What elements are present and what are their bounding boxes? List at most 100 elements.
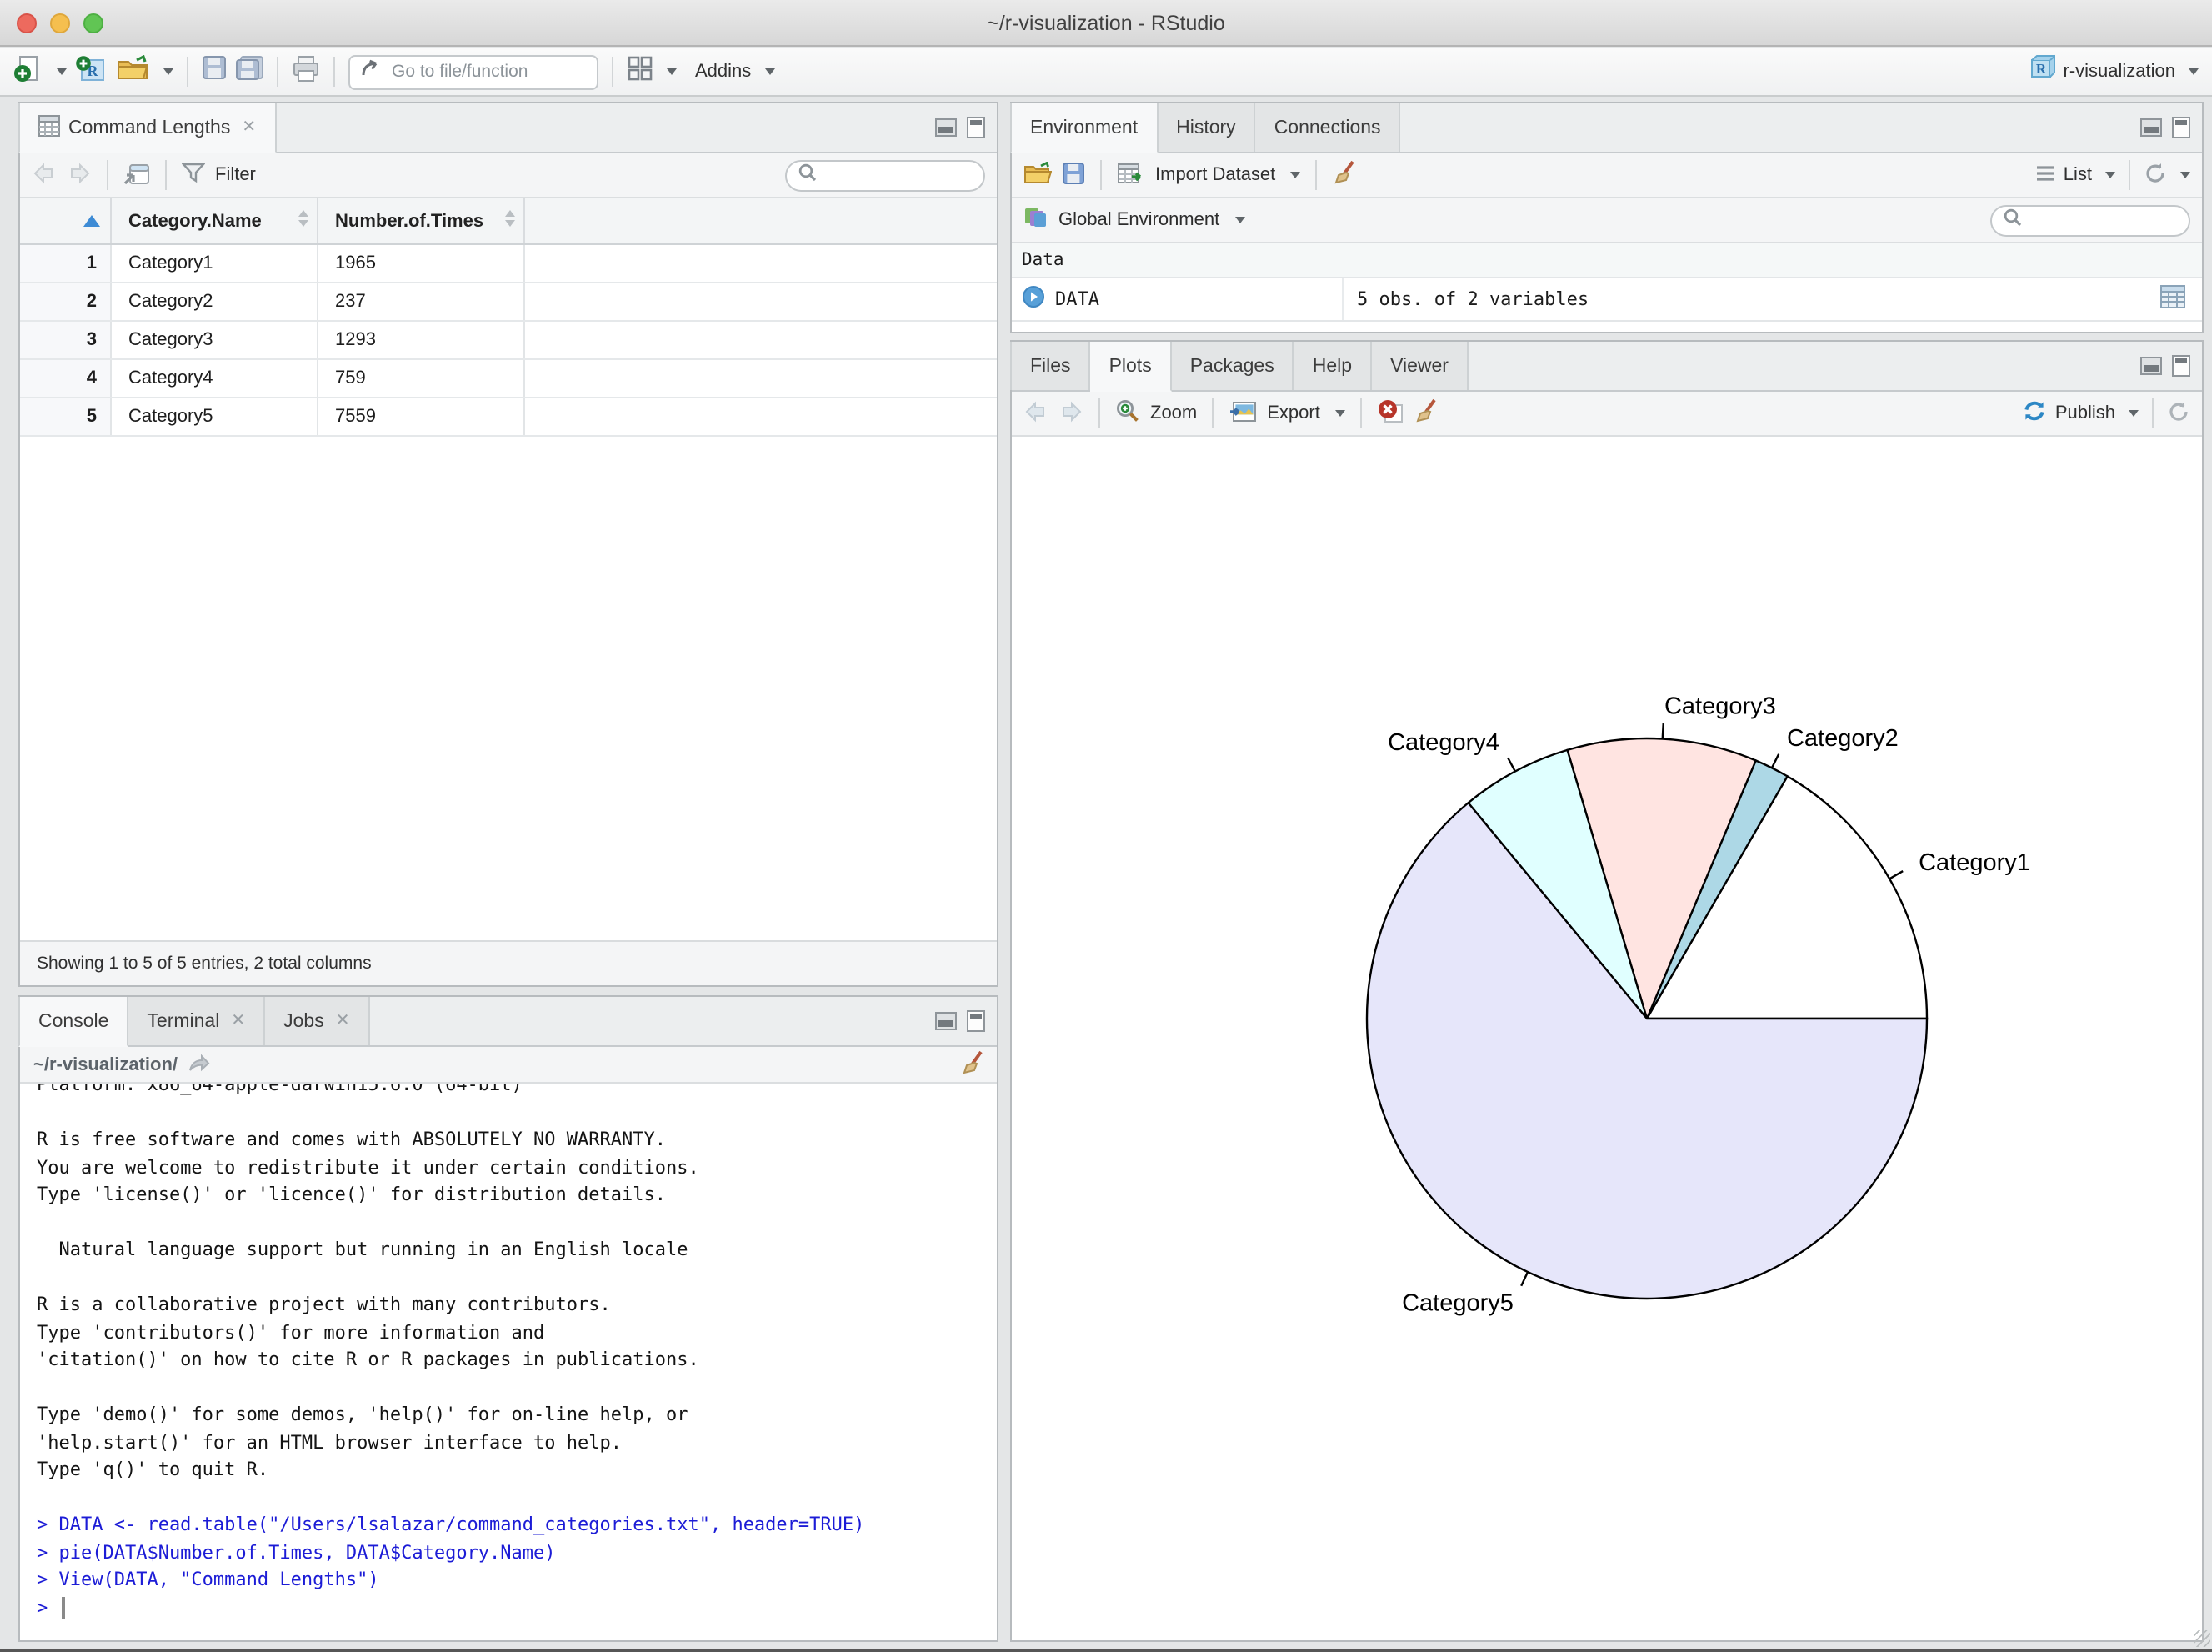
forward-arrow-icon[interactable] bbox=[67, 161, 92, 189]
tab-console[interactable]: Console bbox=[18, 997, 129, 1047]
remove-plot-icon[interactable] bbox=[1377, 398, 1404, 428]
column-header-times[interactable]: Number.of.Times bbox=[318, 198, 525, 243]
label-tick bbox=[1661, 723, 1664, 739]
row-number-cell: 4 bbox=[20, 360, 112, 397]
import-dataset-caret[interactable] bbox=[1290, 172, 1301, 178]
refresh-icon[interactable] bbox=[2144, 161, 2167, 189]
tab-terminal[interactable]: Terminal ✕ bbox=[128, 997, 266, 1045]
tab-environment[interactable]: Environment bbox=[1010, 103, 1159, 153]
open-folder-icon[interactable] bbox=[1023, 160, 1053, 189]
close-tab-icon[interactable]: ✕ bbox=[242, 118, 256, 137]
close-tab-icon[interactable]: ✕ bbox=[231, 1012, 245, 1030]
refresh-icon[interactable] bbox=[2167, 399, 2190, 428]
export-caret[interactable] bbox=[1334, 410, 1345, 417]
list-view-button[interactable]: List bbox=[2064, 165, 2092, 185]
open-file-caret[interactable] bbox=[163, 68, 173, 75]
back-arrow-icon[interactable] bbox=[32, 161, 57, 189]
times-cell: 759 bbox=[318, 360, 525, 397]
viewer-search-box[interactable] bbox=[785, 159, 985, 191]
minimize-pane-icon[interactable] bbox=[2140, 118, 2162, 137]
viewer-search-input[interactable] bbox=[823, 163, 972, 187]
back-arrow-icon[interactable] bbox=[1023, 399, 1048, 428]
label-tick bbox=[1889, 870, 1904, 880]
tab-viewer[interactable]: Viewer bbox=[1372, 342, 1469, 390]
export-plot-button[interactable]: Export bbox=[1267, 403, 1320, 423]
tab-help[interactable]: Help bbox=[1294, 342, 1373, 390]
console-line: R is free software and comes with ABSOLU… bbox=[37, 1129, 666, 1150]
toolbar-separator bbox=[2152, 398, 2154, 428]
table-row[interactable]: 4 Category4 759 bbox=[20, 360, 997, 398]
pane-layout-icon[interactable] bbox=[627, 54, 653, 89]
pie-chart: Category1 Category2 Category3 Category4 Cate… bbox=[1365, 693, 2030, 1317]
save-icon[interactable] bbox=[1062, 161, 1085, 189]
tab-connections[interactable]: Connections bbox=[1255, 103, 1401, 152]
tab-files[interactable]: Files bbox=[1010, 342, 1091, 390]
broom-icon[interactable] bbox=[1414, 398, 1437, 428]
refresh-caret[interactable] bbox=[2180, 172, 2190, 178]
list-view-caret[interactable] bbox=[2105, 172, 2115, 178]
column-header-category[interactable]: Category.Name bbox=[112, 198, 318, 243]
table-row[interactable]: 3 Category3 1293 bbox=[20, 322, 997, 360]
resize-grip[interactable] bbox=[2194, 1630, 2210, 1647]
console-prompt[interactable]: > bbox=[37, 1594, 980, 1622]
console-output[interactable]: Platform: x86_64-apple-darwin15.6.0 (64-… bbox=[20, 1084, 997, 1640]
filter-button[interactable]: Filter bbox=[215, 165, 256, 185]
project-menu[interactable]: R r-visualization bbox=[2027, 53, 2199, 90]
popout-icon[interactable] bbox=[123, 161, 150, 189]
broom-icon[interactable] bbox=[1332, 160, 1355, 190]
scope-selector[interactable]: Global Environment bbox=[1058, 210, 1219, 230]
times-cell: 1965 bbox=[318, 245, 525, 282]
tab-label: Plots bbox=[1109, 356, 1152, 376]
table-row[interactable]: 1 Category1 1965 bbox=[20, 245, 997, 283]
broom-icon[interactable] bbox=[960, 1049, 983, 1079]
maximize-pane-icon[interactable] bbox=[2172, 355, 2190, 377]
maximize-pane-icon[interactable] bbox=[2172, 117, 2190, 138]
goto-file-box[interactable] bbox=[348, 54, 598, 89]
environment-object-row[interactable]: DATA 5 obs. of 2 variables bbox=[1012, 278, 2202, 322]
new-project-icon[interactable]: R bbox=[75, 53, 108, 91]
new-file-icon[interactable] bbox=[13, 53, 43, 91]
share-arrow-icon[interactable] bbox=[188, 1053, 209, 1076]
forward-arrow-icon[interactable] bbox=[1058, 399, 1083, 428]
maximize-pane-icon[interactable] bbox=[967, 117, 985, 138]
row-number-header[interactable] bbox=[20, 198, 112, 243]
environment-search-input[interactable] bbox=[2029, 208, 2177, 232]
toolbar-separator bbox=[107, 160, 108, 190]
new-file-caret[interactable] bbox=[57, 68, 67, 75]
data-grid-icon[interactable] bbox=[2160, 285, 2185, 313]
minimize-pane-icon[interactable] bbox=[935, 118, 957, 137]
table-row[interactable]: 2 Category2 237 bbox=[20, 283, 997, 322]
tab-label: Connections bbox=[1274, 118, 1381, 138]
minimize-pane-icon[interactable] bbox=[2140, 357, 2162, 375]
tab-packages[interactable]: Packages bbox=[1171, 342, 1294, 390]
publish-caret[interactable] bbox=[2129, 410, 2139, 417]
table-row[interactable]: 5 Category5 7559 bbox=[20, 398, 997, 437]
save-icon[interactable] bbox=[202, 55, 227, 88]
import-dataset-icon[interactable] bbox=[1117, 161, 1145, 189]
zoom-plot-button[interactable]: Zoom bbox=[1150, 403, 1197, 423]
import-dataset-button[interactable]: Import Dataset bbox=[1155, 165, 1275, 185]
tab-plots[interactable]: Plots bbox=[1090, 342, 1172, 392]
row-number-cell: 2 bbox=[20, 283, 112, 320]
addins-button[interactable]: Addins bbox=[695, 62, 751, 82]
goto-file-input[interactable] bbox=[388, 60, 587, 83]
environment-search-box[interactable] bbox=[1990, 204, 2190, 236]
filter-funnel-icon[interactable] bbox=[181, 162, 206, 188]
print-icon[interactable] bbox=[292, 54, 320, 89]
tab-jobs[interactable]: Jobs ✕ bbox=[265, 997, 370, 1045]
pane-layout-caret[interactable] bbox=[667, 68, 677, 75]
publish-button[interactable]: Publish bbox=[2055, 403, 2115, 423]
minimize-pane-icon[interactable] bbox=[935, 1012, 957, 1030]
tab-history[interactable]: History bbox=[1158, 103, 1256, 152]
close-tab-icon[interactable]: ✕ bbox=[336, 1012, 350, 1030]
export-image-icon[interactable] bbox=[1229, 399, 1257, 428]
expand-play-icon[interactable] bbox=[1022, 285, 1045, 313]
scope-caret[interactable] bbox=[1234, 217, 1245, 223]
maximize-pane-icon[interactable] bbox=[967, 1010, 985, 1032]
zoom-magnifier-icon[interactable] bbox=[1115, 398, 1140, 428]
sort-ascending-icon bbox=[83, 215, 100, 227]
open-file-icon[interactable] bbox=[117, 53, 150, 89]
save-all-icon[interactable] bbox=[235, 55, 263, 88]
tab-command-lengths[interactable]: Command Lengths ✕ bbox=[18, 103, 277, 153]
addins-caret[interactable] bbox=[764, 68, 775, 75]
